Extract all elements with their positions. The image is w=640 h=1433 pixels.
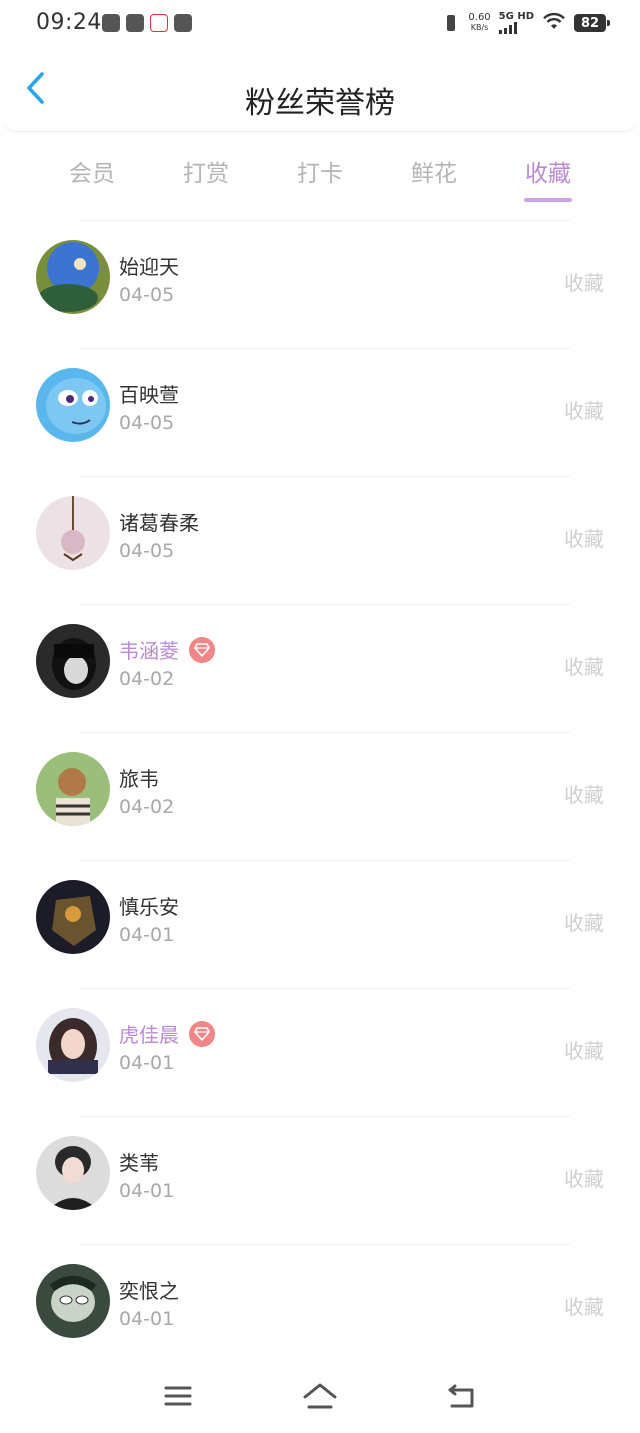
signal-icon [498, 22, 534, 34]
list-item[interactable]: 始迎天 04-05 收藏 [36, 220, 604, 348]
battery-icon: 82 [574, 14, 610, 32]
fan-name: 始迎天 [119, 255, 179, 279]
avatar[interactable] [36, 240, 110, 314]
list-item[interactable]: 慎乐安 04-01 收藏 [36, 860, 604, 988]
fan-date: 04-01 [119, 924, 175, 946]
list-item[interactable]: 韦涵菱 04-02 收藏 [36, 604, 604, 732]
avatar[interactable] [36, 496, 110, 570]
wifi-icon [542, 12, 566, 34]
action-label: 收藏 [564, 1295, 604, 1319]
fan-date: 04-05 [119, 540, 175, 562]
network-speed-unit: KB/s [470, 23, 489, 32]
news-notification-icon [150, 14, 168, 32]
fan-date: 04-01 [119, 1308, 175, 1330]
avatar[interactable] [36, 368, 110, 442]
fan-date: 04-02 [119, 668, 175, 690]
fan-name: 慎乐安 [119, 895, 179, 919]
avatar[interactable] [36, 880, 110, 954]
back-nav-button[interactable] [442, 1380, 482, 1416]
fan-date: 04-02 [119, 796, 175, 818]
action-label: 收藏 [564, 527, 604, 551]
fan-date: 04-05 [119, 412, 175, 434]
status-time: 09:24 [36, 10, 102, 35]
tab-flowers[interactable]: 鲜花 [377, 150, 491, 202]
fan-name: 奕恨之 [119, 1279, 179, 1303]
list-item[interactable]: 百映萱 04-05 收藏 [36, 348, 604, 476]
list-item[interactable]: 诸葛春柔 04-05 收藏 [36, 476, 604, 604]
app-notification-icon [102, 14, 120, 32]
app-header: 粉丝荣誉榜 [0, 50, 640, 132]
camera-notification-icon [174, 14, 192, 32]
tab-checkin[interactable]: 打卡 [263, 150, 377, 202]
fan-name: 虎佳晨 [119, 1023, 179, 1047]
fan-name: 百映萱 [119, 383, 179, 407]
avatar[interactable] [36, 624, 110, 698]
list-item[interactable]: 虎佳晨 04-01 收藏 [36, 988, 604, 1116]
avatar[interactable] [36, 1136, 110, 1210]
fan-name: 类苇 [119, 1151, 159, 1175]
menu-icon [164, 1385, 192, 1411]
avatar[interactable] [36, 752, 110, 826]
avatar[interactable] [36, 1008, 110, 1082]
tab-rewards[interactable]: 打赏 [149, 150, 263, 202]
status-indicators: 0.60 KB/s 5G HD 82 [442, 11, 610, 34]
action-label: 收藏 [564, 655, 604, 679]
battery-level: 82 [580, 15, 600, 31]
status-bar: 09:24 0.60 KB/s 5G HD 82 [0, 0, 640, 50]
action-label: 收藏 [564, 1167, 604, 1191]
network-speed-value: 0.60 [468, 12, 491, 23]
fan-name: 诸葛春柔 [119, 511, 199, 535]
action-label: 收藏 [564, 399, 604, 423]
back-icon [446, 1382, 478, 1414]
menu-button[interactable] [158, 1380, 198, 1416]
list-item[interactable]: 奕恨之 04-01 收藏 [36, 1244, 604, 1372]
fan-name: 旅韦 [119, 767, 159, 791]
network-type: 5G HD [498, 11, 534, 34]
list-item[interactable]: 类苇 04-01 收藏 [36, 1116, 604, 1244]
tab-members[interactable]: 会员 [35, 150, 149, 202]
network-speed: 0.60 KB/s [468, 13, 490, 33]
diamond-badge-icon [189, 1020, 215, 1047]
action-label: 收藏 [564, 271, 604, 295]
home-button[interactable] [300, 1380, 340, 1416]
diamond-badge-icon [189, 636, 215, 663]
category-tabs: 会员 打赏 打卡 鲜花 收藏 [35, 150, 605, 202]
fan-date: 04-01 [119, 1180, 175, 1202]
action-label: 收藏 [564, 1039, 604, 1063]
fan-date: 04-05 [119, 284, 175, 306]
action-label: 收藏 [564, 911, 604, 935]
status-app-icons [102, 14, 192, 32]
page-title: 粉丝荣誉榜 [245, 86, 395, 121]
vibrate-icon [442, 13, 460, 33]
home-icon [302, 1382, 338, 1414]
fan-name: 韦涵菱 [119, 639, 179, 663]
action-label: 收藏 [564, 783, 604, 807]
fan-list: 始迎天 04-05 收藏 百映萱 04-05 收藏 诸葛春柔 04-05 收藏 [0, 220, 640, 1372]
system-nav-bar [0, 1360, 640, 1433]
network-type-label: 5G HD [498, 11, 534, 22]
fan-date: 04-01 [119, 1052, 175, 1074]
tab-favorites[interactable]: 收藏 [491, 150, 605, 202]
list-item[interactable]: 旅韦 04-02 收藏 [36, 732, 604, 860]
mail-notification-icon [126, 14, 144, 32]
avatar[interactable] [36, 1264, 110, 1338]
